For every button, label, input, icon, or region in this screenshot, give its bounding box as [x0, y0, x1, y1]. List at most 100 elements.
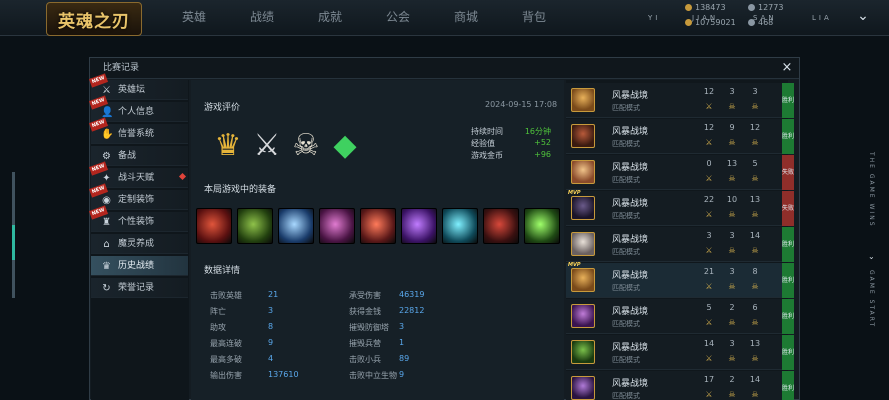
detail-value: 1 — [399, 338, 405, 347]
detail-label: 击败中立生物 — [349, 371, 397, 380]
match-row[interactable]: 风暴战境 匹配模式 12 ⚔ 3 ☠ 3 ☠ 胜利 — [566, 83, 794, 118]
match-row[interactable]: 风暴战境 匹配模式 5 ⚔ 2 ☠ 6 ☠ 胜利 — [566, 299, 794, 334]
match-record-dialog: 比赛记录 × ⚔ 英雄坛 NEW 👤 个人信息 NEW ✋ 信誉系统 NEW ⚙ 备战 ✦ 战斗天赋 NE… — [88, 57, 800, 400]
nav-bag[interactable]: 背包 — [500, 0, 568, 36]
match-result-badge: 胜利 — [782, 227, 794, 262]
gold-coin-total: 10759021 — [685, 18, 736, 27]
match-mode: 风暴战境 — [612, 199, 649, 209]
skull-icon: ☠ — [751, 354, 759, 363]
detail-label: 承受伤害 — [349, 291, 381, 300]
chevron-down-icon[interactable]: ⌄ — [853, 9, 873, 23]
sidebar-item[interactable]: ↻ 荣誉记录 — [91, 278, 188, 298]
data-details-title: 数据详情 — [204, 266, 241, 276]
mvp-badge-icon: MVP — [568, 262, 581, 268]
match-row[interactable]: 风暴战境 匹配模式 14 ⚔ 3 ☠ 13 ☠ 胜利 — [566, 335, 794, 370]
sidebar-item-label: 战斗天赋 — [118, 173, 155, 183]
skull-icon: ☠ — [751, 138, 759, 147]
stat-label: 经验值 — [471, 139, 495, 148]
match-mode: 风暴战境 — [612, 127, 649, 137]
stat-value: +96 — [534, 150, 551, 159]
notification-dot — [178, 172, 187, 181]
sidebar-item[interactable]: ⌂ 魔灵养成 — [91, 234, 188, 254]
skull-icon: ☠ — [728, 174, 736, 183]
helmet-icon: ◉ — [102, 195, 111, 206]
item-slot-8-icon[interactable] — [483, 208, 519, 244]
sidebar-item-label: 荣誉记录 — [118, 283, 155, 293]
match-result-badge: 胜利 — [782, 371, 794, 400]
dialog-title: 比赛记录 — [90, 58, 799, 79]
item-slot-3-icon[interactable] — [278, 208, 314, 244]
crown-badge-icon[interactable]: ♛ — [209, 127, 247, 165]
sidebar: ⚔ 英雄坛 NEW 👤 个人信息 NEW ✋ 信誉系统 NEW ⚙ 备战 ✦ 战斗天赋 NEW ◉ 定制装饰 N… — [88, 73, 189, 400]
kills-count: 0 — [706, 159, 712, 168]
item-slot-2-icon[interactable] — [237, 208, 273, 244]
crossed-swords-badge-icon[interactable]: ⚔ — [248, 127, 286, 165]
match-row[interactable]: 风暴战境 匹配模式 0 ⚔ 13 ☠ 5 ☠ 失败 — [566, 155, 794, 190]
deaths-count: 3 — [729, 87, 735, 96]
detail-value: 9 — [268, 338, 274, 347]
emerald-badge-icon[interactable]: ◆ — [326, 127, 364, 165]
match-sub-mode: 匹配模式 — [612, 284, 640, 292]
item-slot-7-icon[interactable] — [442, 208, 478, 244]
nav-heroes[interactable]: 英雄 — [160, 0, 228, 36]
detail-value: 4 — [268, 354, 274, 363]
sword-icon: ⚔ — [705, 354, 713, 363]
silver-coin-amount: 12773 — [748, 3, 783, 12]
match-row[interactable]: MVP 风暴战境 匹配模式 21 ⚔ 3 ☠ 8 ☠ 胜利 — [566, 262, 794, 298]
deaths-count: 3 — [729, 267, 735, 276]
match-row[interactable]: 风暴战境 匹配模式 3 ⚔ 3 ☠ 14 ☠ 胜利 — [566, 227, 794, 262]
skull-icon: ☠ — [751, 210, 759, 219]
skull-badge-icon[interactable]: ☠ — [287, 127, 325, 165]
match-sub-mode: 匹配模式 — [612, 320, 640, 328]
gear-icon: ⚙ — [102, 151, 111, 162]
match-row[interactable]: MVP 风暴战境 匹配模式 22 ⚔ 10 ☠ 13 ☠ 失败 — [566, 190, 794, 226]
skull-icon: ☠ — [751, 318, 759, 327]
item-slot-6-icon[interactable] — [401, 208, 437, 244]
sidebar-item[interactable]: ♜ 个性装饰 NEW — [88, 205, 188, 232]
deaths-count: 2 — [729, 375, 735, 384]
match-result-badge: 失败 — [782, 155, 794, 190]
game-evaluation-title: 游戏评价 — [204, 103, 241, 113]
nav-guild[interactable]: 公会 — [364, 0, 432, 36]
sidebar-item[interactable]: ♛ 历史战绩 — [91, 256, 188, 276]
nav-store[interactable]: 商城 — [432, 0, 500, 36]
item-slot-9-icon[interactable] — [524, 208, 560, 244]
detail-value: 89 — [399, 354, 410, 363]
match-row[interactable]: 风暴战境 匹配模式 12 ⚔ 9 ☠ 12 ☠ 胜利 — [566, 119, 794, 154]
sword-icon: ⚔ — [705, 282, 713, 291]
close-icon[interactable]: × — [779, 60, 795, 76]
nav-records[interactable]: 战绩 — [228, 0, 296, 36]
skull-icon: ☠ — [751, 246, 759, 255]
sword-icon: ⚔ — [705, 318, 713, 327]
sidebar-item[interactable]: ✋ 信誉系统 NEW — [88, 117, 188, 144]
sidebar-item-label: 个性装饰 — [118, 217, 155, 227]
item-slot-1-icon[interactable] — [196, 208, 232, 244]
match-sub-mode: 匹配模式 — [612, 176, 640, 184]
hero-portrait — [571, 304, 595, 328]
assists-count: 8 — [752, 267, 758, 276]
hero-portrait — [571, 124, 595, 148]
item-slot-5-icon[interactable] — [360, 208, 396, 244]
detail-label: 阵亡 — [210, 307, 226, 316]
match-sub-mode: 匹配模式 — [612, 392, 640, 400]
hero-portrait — [571, 160, 595, 184]
kills-count: 12 — [703, 87, 715, 96]
side-caption-top: THE GAME WINS — [868, 152, 875, 228]
silver-coin-total: 468 — [748, 18, 773, 27]
game-logo[interactable]: 英魂之刃 — [46, 2, 142, 36]
assists-count: 3 — [752, 87, 758, 96]
deaths-count: 3 — [729, 339, 735, 348]
match-result-badge: 失败 — [782, 191, 794, 226]
match-history-list: 风暴战境 匹配模式 12 ⚔ 3 ☠ 3 ☠ 胜利 风暴战境 匹配模式 12 ⚔ 9 ☠ 12 ☠ 胜利 风暴战境匹… — [566, 80, 794, 400]
detail-value: 3 — [399, 322, 405, 331]
sidebar-item-label: 历史战绩 — [118, 261, 155, 271]
nav-achievements[interactable]: 成就 — [296, 0, 364, 36]
stat-label: 持续时间 — [471, 127, 503, 136]
item-slot-4-icon[interactable] — [319, 208, 355, 244]
stat-label: 游戏金币 — [471, 151, 503, 160]
match-row[interactable]: 风暴战境 匹配模式 17 ⚔ 2 ☠ 14 ☠ 胜利 — [566, 371, 794, 400]
trophy-icon: ♜ — [102, 217, 111, 228]
sword-icon: ⚔ — [705, 174, 713, 183]
sword-icon: ⚔ — [102, 85, 111, 96]
match-date: 2024-09-15 17:08 — [485, 100, 558, 109]
